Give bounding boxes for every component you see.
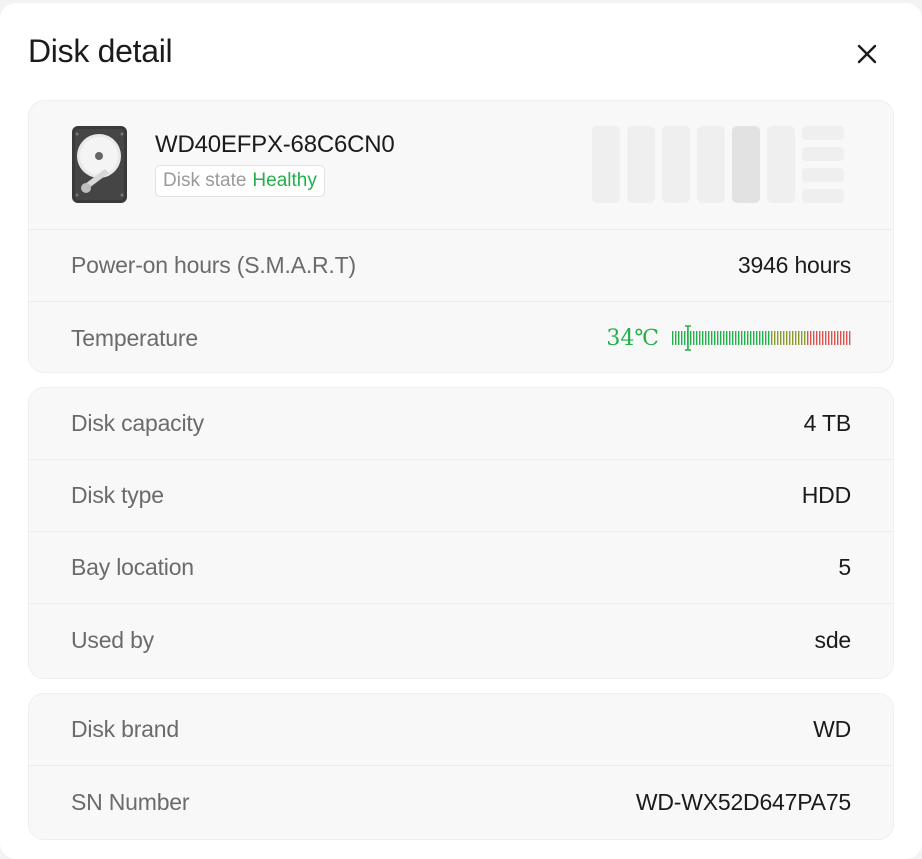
temperature-gauge-tick <box>723 331 725 345</box>
temperature-gauge-tick <box>756 331 758 345</box>
dialog-title: Disk detail <box>28 33 173 69</box>
temperature-gauge-tick <box>834 331 836 345</box>
bay-location-value: 5 <box>838 554 851 580</box>
disk-capacity-row: Disk capacity 4 TB <box>29 388 893 460</box>
bay-location-label: Bay location <box>71 554 194 580</box>
disk-brand-card: Disk brand WD SN Number WD-WX52D647PA75 <box>28 693 894 840</box>
temperature-gauge-tick <box>753 331 755 345</box>
temperature-gauge-tick <box>783 331 785 345</box>
power-on-hours-row: Power-on hours (S.M.A.R.T) 3946 hours <box>29 230 893 302</box>
temperature-gauge-tick <box>789 331 791 345</box>
temperature-gauge-tick <box>678 331 680 345</box>
temperature-label: Temperature <box>71 324 198 351</box>
temperature-gauge-tick <box>717 331 719 345</box>
power-on-hours-value: 3946 hours <box>737 252 851 278</box>
temperature-gauge-tick <box>735 331 737 345</box>
temperature-gauge-tick <box>690 331 692 345</box>
temperature-gauge-tick <box>738 331 740 345</box>
temperature-display: 34℃ <box>606 325 851 351</box>
sn-number-label: SN Number <box>71 788 190 815</box>
disk-brand-row: Disk brand WD <box>29 694 893 766</box>
temperature-gauge-tick <box>675 331 677 345</box>
disk-type-value: HDD <box>801 482 851 508</box>
temperature-gauge-tick <box>822 331 824 345</box>
temperature-gauge-tick <box>786 331 788 345</box>
temperature-gauge-tick <box>759 331 761 345</box>
disk-state-label: Disk state <box>163 170 247 191</box>
temperature-gauge-tick <box>732 331 734 345</box>
temperature-gauge-tick <box>672 331 674 345</box>
temperature-gauge-tick <box>831 331 833 345</box>
temperature-gauge-tick <box>774 331 776 345</box>
temperature-gauge-tick <box>702 331 704 345</box>
used-by-value: sde <box>814 626 852 653</box>
disk-type-label: Disk type <box>71 482 164 508</box>
disk-detail-dialog: Disk detail WD40EFPX-68C6CN0 Disk state … <box>0 3 922 859</box>
temperature-gauge-tick <box>777 331 779 345</box>
temperature-gauge <box>672 325 851 351</box>
nas-bays-icon <box>592 126 844 203</box>
hard-drive-icon <box>72 126 127 203</box>
power-on-hours-label: Power-on hours (S.M.A.R.T) <box>71 252 356 278</box>
bay-location-row: Bay location 5 <box>29 532 893 604</box>
temperature-gauge-tick <box>849 331 851 345</box>
temperature-gauge-tick <box>768 331 770 345</box>
temperature-gauge-tick <box>819 331 821 345</box>
temperature-gauge-tick <box>771 331 773 345</box>
temperature-row: Temperature 34℃ <box>29 302 893 372</box>
temperature-gauge-tick <box>741 331 743 345</box>
temperature-gauge-tick <box>699 331 701 345</box>
temperature-gauge-tick <box>810 331 812 345</box>
disk-brand-label: Disk brand <box>71 716 179 742</box>
temperature-gauge-tick <box>792 331 794 345</box>
disk-header: WD40EFPX-68C6CN0 Disk state Healthy <box>29 101 893 230</box>
temperature-gauge-tick <box>726 331 728 345</box>
temperature-gauge-tick <box>693 331 695 345</box>
disk-status-card: WD40EFPX-68C6CN0 Disk state Healthy Powe… <box>28 100 894 373</box>
temperature-gauge-tick <box>816 331 818 345</box>
temperature-gauge-tick <box>825 331 827 345</box>
temperature-gauge-tick <box>795 331 797 345</box>
temperature-gauge-tick <box>807 331 809 345</box>
temperature-gauge-tick <box>762 331 764 345</box>
temperature-gauge-tick <box>840 331 842 345</box>
temperature-gauge-tick <box>813 331 815 345</box>
temperature-gauge-tick <box>828 331 830 345</box>
temperature-gauge-tick <box>729 331 731 345</box>
disk-info-card: Disk capacity 4 TB Disk type HDD Bay loc… <box>28 387 894 679</box>
temperature-gauge-tick <box>684 331 686 345</box>
temperature-gauge-tick <box>705 331 707 345</box>
temperature-gauge-tick <box>804 331 806 345</box>
disk-brand-value: WD <box>813 716 851 742</box>
disk-capacity-label: Disk capacity <box>71 410 204 436</box>
disk-state-badge: Disk state Healthy <box>155 165 325 197</box>
disk-model: WD40EFPX-68C6CN0 <box>155 131 395 158</box>
temperature-gauge-tick <box>765 331 767 345</box>
disk-capacity-value: 4 TB <box>803 410 852 436</box>
temperature-gauge-tick <box>744 331 746 345</box>
temperature-gauge-tick <box>681 331 683 345</box>
temperature-gauge-tick <box>747 331 749 345</box>
temperature-gauge-tick <box>708 331 710 345</box>
temperature-gauge-tick <box>843 331 845 345</box>
temperature-gauge-tick <box>714 331 716 345</box>
disk-state-value: Healthy <box>252 170 317 191</box>
temperature-gauge-tick <box>696 331 698 345</box>
used-by-label: Used by <box>71 626 154 653</box>
temperature-gauge-tick <box>750 331 752 345</box>
temperature-gauge-tick <box>801 331 803 345</box>
used-by-row: Used by sde <box>29 604 893 676</box>
temperature-gauge-tick <box>837 331 839 345</box>
temperature-gauge-tick <box>720 331 722 345</box>
close-button[interactable] <box>849 36 885 72</box>
temperature-gauge-tick <box>798 331 800 345</box>
temperature-gauge-tick <box>846 331 848 345</box>
temperature-gauge-tick <box>780 331 782 345</box>
disk-type-row: Disk type HDD <box>29 460 893 532</box>
sn-number-value: WD-WX52D647PA75 <box>635 788 851 815</box>
sn-number-row: SN Number WD-WX52D647PA75 <box>29 766 893 838</box>
temperature-value: 34℃ <box>606 325 659 351</box>
close-icon <box>857 44 877 64</box>
temperature-gauge-tick <box>711 331 713 345</box>
